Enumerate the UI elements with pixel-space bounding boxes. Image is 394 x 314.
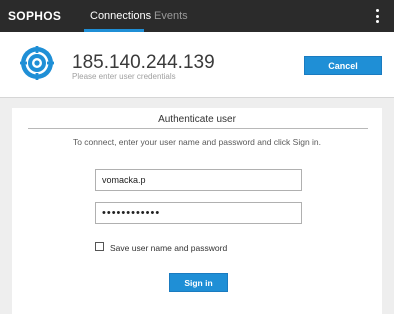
connection-header: 185.140.244.139 Please enter user creden… bbox=[0, 32, 394, 98]
connection-subtitle: Please enter user credentials bbox=[72, 72, 176, 81]
server-address: 185.140.244.139 bbox=[72, 52, 215, 73]
panel-title: Authenticate user bbox=[158, 114, 236, 125]
auth-panel: Authenticate user To connect, enter your… bbox=[12, 108, 382, 314]
brand-logo-text: SOPHOS bbox=[8, 9, 62, 23]
tab-events[interactable]: Events bbox=[154, 10, 188, 22]
password-field[interactable] bbox=[95, 202, 302, 224]
auth-instructions: To connect, enter your user name and pas… bbox=[72, 137, 322, 147]
tab-connections[interactable]: Connections bbox=[90, 10, 151, 22]
save-credentials-label: Save user name and password bbox=[110, 243, 228, 253]
username-field[interactable] bbox=[95, 169, 302, 191]
sign-in-button[interactable]: Sign in bbox=[169, 273, 228, 292]
save-credentials-checkbox[interactable] bbox=[95, 242, 104, 251]
title-divider bbox=[28, 128, 368, 129]
sophos-target-icon bbox=[20, 46, 54, 80]
cancel-button[interactable]: Cancel bbox=[304, 56, 382, 75]
kebab-menu-icon[interactable] bbox=[374, 8, 382, 24]
content-area: Authenticate user To connect, enter your… bbox=[0, 98, 394, 314]
top-bar: SOPHOS Connections Events bbox=[0, 0, 394, 32]
